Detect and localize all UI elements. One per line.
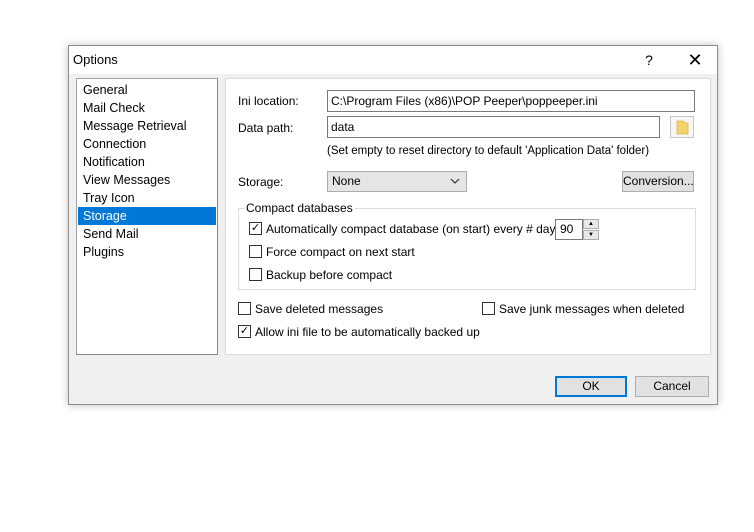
backup-before-compact-checkbox[interactable]: Backup before compact	[249, 267, 449, 283]
nav-item-label: Storage	[83, 209, 127, 223]
compact-databases-title: Compact databases	[244, 201, 355, 215]
dialog-title: Options	[73, 52, 118, 67]
storage-dropdown-value: None	[332, 174, 361, 188]
storage-label: Storage:	[238, 175, 284, 189]
nav-item-connection[interactable]: Connection	[78, 135, 216, 153]
save-junk-checkbox[interactable]: Save junk messages when deleted	[482, 301, 685, 317]
help-button[interactable]: ?	[627, 46, 671, 74]
nav-item-storage[interactable]: Storage	[78, 207, 216, 225]
compact-days-input[interactable]: 90	[555, 219, 583, 240]
ini-location-field[interactable]: C:\Program Files (x86)\POP Peeper\poppee…	[327, 90, 695, 112]
save-junk-label: Save junk messages when deleted	[499, 302, 685, 316]
chevron-down-icon	[450, 178, 460, 184]
title-bar: Options ? ✕	[69, 46, 717, 74]
category-list[interactable]: General Mail Check Message Retrieval Con…	[76, 78, 218, 355]
nav-item-label: View Messages	[83, 173, 171, 187]
nav-item-mail-check[interactable]: Mail Check	[78, 99, 216, 117]
conversion-button[interactable]: Conversion...	[622, 171, 694, 192]
nav-item-label: Plugins	[83, 245, 124, 259]
checkbox-box	[249, 245, 262, 258]
allow-ini-backup-label: Allow ini file to be automatically backe…	[255, 325, 480, 339]
auto-compact-label: Automatically compact database (on start…	[266, 222, 565, 236]
nav-item-send-mail[interactable]: Send Mail	[78, 225, 216, 243]
checkbox-box: ✓	[238, 325, 251, 338]
cancel-button[interactable]: Cancel	[635, 376, 709, 397]
close-button[interactable]: ✕	[673, 46, 717, 74]
storage-dropdown[interactable]: None	[327, 171, 467, 192]
help-icon: ?	[645, 52, 653, 68]
nav-item-message-retrieval[interactable]: Message Retrieval	[78, 117, 216, 135]
spin-up-icon[interactable]: ▲	[583, 219, 599, 229]
spin-down-icon[interactable]: ▼	[583, 230, 599, 240]
nav-item-label: General	[83, 83, 128, 97]
nav-item-label: Tray Icon	[83, 191, 135, 205]
force-compact-label: Force compact on next start	[266, 245, 415, 259]
allow-ini-backup-checkbox[interactable]: ✓ Allow ini file to be automatically bac…	[238, 324, 498, 340]
backup-before-compact-label: Backup before compact	[266, 268, 393, 282]
nav-item-label: Notification	[83, 155, 145, 169]
data-path-hint: (Set empty to reset directory to default…	[327, 145, 650, 157]
nav-item-label: Message Retrieval	[83, 119, 187, 133]
storage-panel: Ini location: C:\Program Files (x86)\POP…	[225, 78, 711, 355]
checkbox-box	[482, 302, 495, 315]
checkbox-box	[249, 268, 262, 281]
nav-item-view-messages[interactable]: View Messages	[78, 171, 216, 189]
save-deleted-label: Save deleted messages	[255, 302, 384, 316]
close-icon: ✕	[687, 50, 703, 70]
ini-location-label: Ini location:	[238, 94, 299, 108]
save-deleted-checkbox[interactable]: Save deleted messages	[238, 301, 438, 317]
data-path-label: Data path:	[238, 121, 294, 135]
data-path-field[interactable]: data	[327, 116, 660, 138]
checkbox-box: ✓	[249, 222, 262, 235]
nav-item-plugins[interactable]: Plugins	[78, 243, 216, 261]
compact-days-spinner[interactable]: ▲ ▼	[583, 219, 599, 240]
nav-item-general[interactable]: General	[78, 81, 216, 99]
force-compact-checkbox[interactable]: Force compact on next start	[249, 244, 449, 260]
folder-icon	[676, 120, 689, 135]
ok-button[interactable]: OK	[555, 376, 627, 397]
nav-item-tray-icon[interactable]: Tray Icon	[78, 189, 216, 207]
nav-item-notification[interactable]: Notification	[78, 153, 216, 171]
nav-item-label: Mail Check	[83, 101, 145, 115]
nav-item-label: Send Mail	[83, 227, 139, 241]
auto-compact-checkbox[interactable]: ✓ Automatically compact database (on sta…	[249, 221, 565, 237]
nav-item-label: Connection	[83, 137, 147, 151]
checkbox-box	[238, 302, 251, 315]
browse-folder-button[interactable]	[670, 116, 694, 138]
options-dialog: Options ? ✕ General Mail Check Message R…	[68, 45, 718, 405]
